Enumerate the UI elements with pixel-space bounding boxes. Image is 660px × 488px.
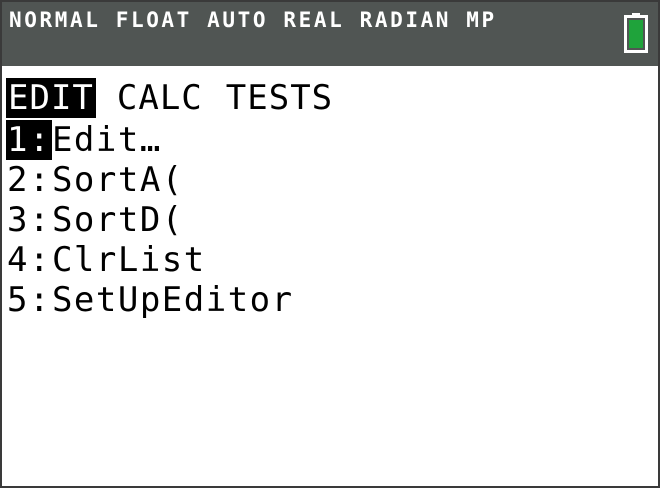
menu-item-label: SortD( bbox=[51, 200, 184, 240]
status-bar: NORMAL FLOAT AUTO REAL RADIAN MP bbox=[2, 2, 658, 66]
edit-menu-list: 1: Edit… 2: SortA( 3: SortD( 4: ClrList 5: Se… bbox=[6, 120, 294, 320]
menu-item-edit[interactable]: 1: Edit… bbox=[6, 120, 294, 160]
menu-item-number: 5: bbox=[7, 280, 51, 320]
menu-item-number: 1: bbox=[6, 120, 52, 160]
calculator-screen: NORMAL FLOAT AUTO REAL RADIAN MP EDIT CA… bbox=[0, 0, 660, 488]
menu-item-clrlist[interactable]: 4: ClrList bbox=[6, 240, 294, 280]
menu-item-setupeditor[interactable]: 5: SetUpEditor bbox=[6, 280, 294, 320]
menu-item-label: ClrList bbox=[51, 240, 206, 280]
tab-tests[interactable]: TESTS bbox=[224, 78, 335, 118]
tab-edit[interactable]: EDIT bbox=[6, 78, 96, 118]
menu-item-number: 3: bbox=[7, 200, 51, 240]
menu-item-sorta[interactable]: 2: SortA( bbox=[6, 160, 294, 200]
battery-full-icon bbox=[624, 13, 648, 53]
menu-item-number: 4: bbox=[7, 240, 51, 280]
menu-tabs: EDIT CALC TESTS bbox=[6, 78, 354, 118]
menu-item-sortd[interactable]: 3: SortD( bbox=[6, 200, 294, 240]
menu-item-number: 2: bbox=[7, 160, 51, 200]
mode-status-text: NORMAL FLOAT AUTO REAL RADIAN MP bbox=[9, 8, 497, 32]
menu-item-label: SetUpEditor bbox=[51, 280, 294, 320]
tab-calc[interactable]: CALC bbox=[115, 78, 205, 118]
menu-item-label: SortA( bbox=[51, 160, 184, 200]
menu-item-label: Edit… bbox=[51, 120, 162, 160]
